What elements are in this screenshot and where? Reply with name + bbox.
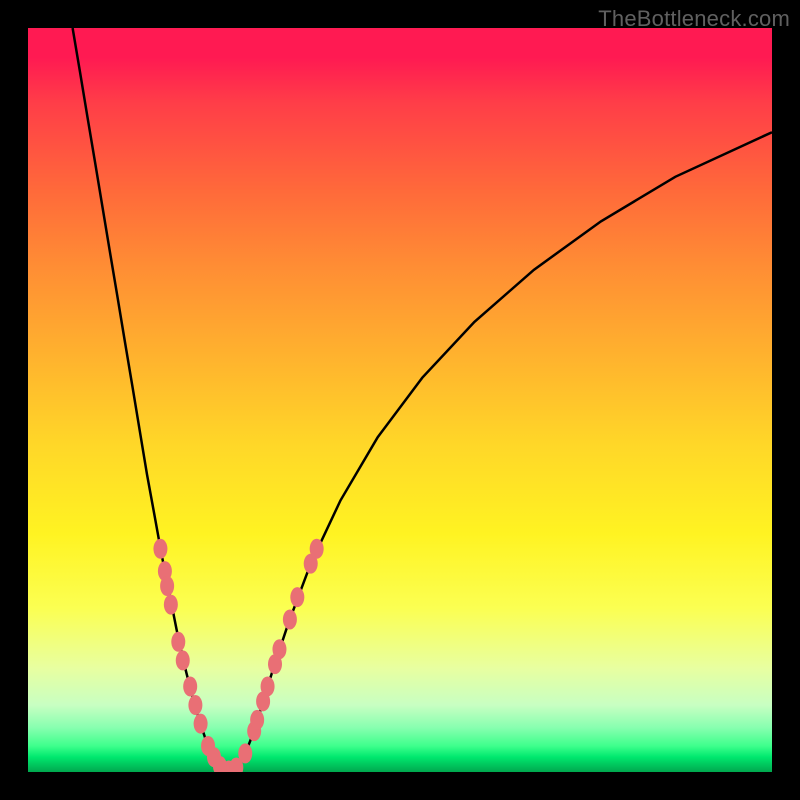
- dot-highlight-dots: [176, 650, 190, 670]
- plot-area: [28, 28, 772, 772]
- dot-highlight-dots: [194, 714, 208, 734]
- dot-highlight-dots: [164, 595, 178, 615]
- dot-highlight-dots: [310, 539, 324, 559]
- dot-highlight-dots: [238, 743, 252, 763]
- dot-highlight-dots: [160, 576, 174, 596]
- dot-highlight-dots: [183, 676, 197, 696]
- curve-right-branch: [229, 132, 772, 772]
- watermark-text: TheBottleneck.com: [598, 6, 790, 32]
- series-layer: [73, 28, 772, 772]
- dot-highlight-dots: [188, 695, 202, 715]
- dot-highlight-dots: [171, 632, 185, 652]
- curve-left-branch: [73, 28, 229, 772]
- curves-svg: [28, 28, 772, 772]
- dot-highlight-dots: [272, 639, 286, 659]
- chart-frame: TheBottleneck.com: [0, 0, 800, 800]
- dot-highlight-dots: [261, 676, 275, 696]
- dot-highlight-dots: [290, 587, 304, 607]
- dot-highlight-dots: [283, 609, 297, 629]
- dot-highlight-dots: [250, 710, 264, 730]
- dot-highlight-dots: [153, 539, 167, 559]
